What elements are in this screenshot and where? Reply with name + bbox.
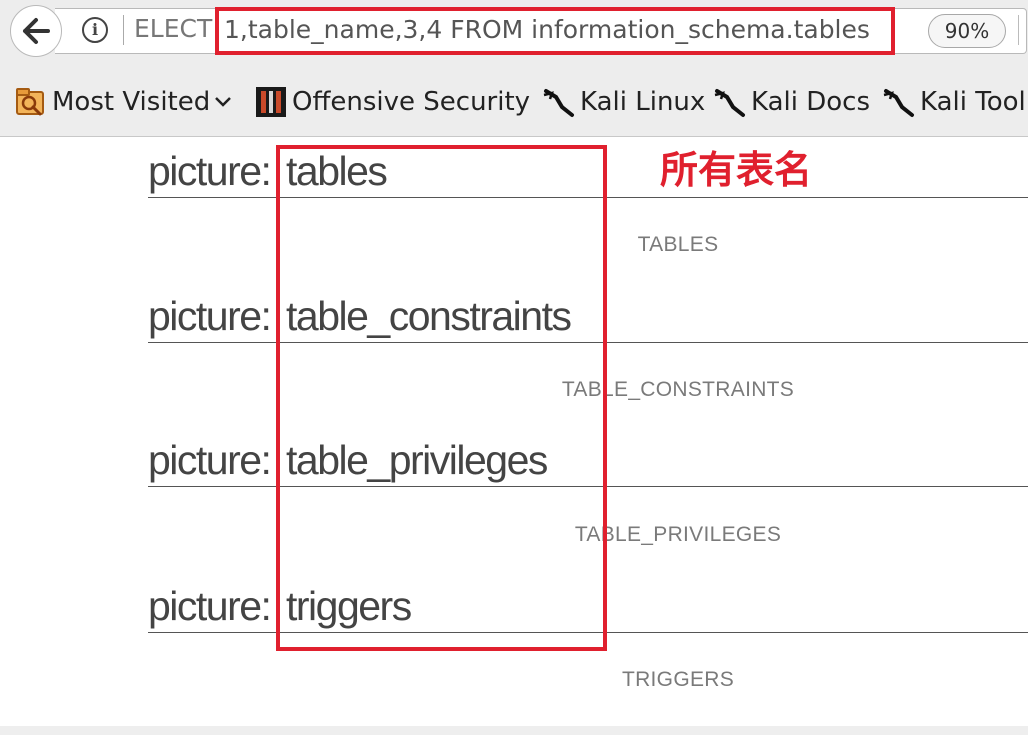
bottom-scroll-strip: [0, 726, 1028, 735]
picture-label: picture:: [148, 293, 272, 339]
bookmark-label: Offensive Security: [292, 87, 531, 117]
bookmark-offensive-security[interactable]: Offensive Security: [254, 78, 530, 126]
kali-dragon-icon: [542, 85, 576, 119]
bookmarks-toolbar: Most Visited Offensive Security Kali Lin…: [0, 78, 1028, 126]
bookmark-label: Kali Tool: [920, 87, 1026, 117]
offensive-security-icon: [254, 85, 288, 119]
bookmark-most-visited[interactable]: Most Visited: [14, 78, 232, 126]
url-right-separator: [1018, 15, 1019, 45]
annotation-label: 所有表名: [660, 148, 813, 192]
back-button[interactable]: [10, 5, 62, 57]
url-highlight-box[interactable]: 1,table_name,3,4 FROM information_schema…: [215, 7, 895, 55]
bookmark-label: Most Visited: [52, 87, 211, 117]
url-text-prefix[interactable]: ELECT: [134, 12, 212, 46]
kali-dragon-icon: [882, 85, 916, 119]
bookmark-kali-tools[interactable]: Kali Tool: [882, 78, 1026, 126]
table-names-highlight-box: [276, 145, 607, 651]
most-visited-icon: [14, 85, 48, 119]
url-separator: [123, 15, 124, 45]
table-name-upper: TRIGGERS: [621, 668, 735, 691]
kali-dragon-icon: [713, 85, 747, 119]
zoom-level-badge[interactable]: 90%: [928, 14, 1006, 48]
chevron-down-icon: [215, 97, 232, 107]
bookmark-label: Kali Docs: [751, 87, 871, 117]
browser-toolbar: i ELECT 1,table_name,3,4 FROM informatio…: [0, 0, 1028, 137]
picture-label: picture:: [148, 437, 272, 483]
picture-label: picture:: [148, 583, 272, 629]
bookmark-kali-docs[interactable]: Kali Docs: [713, 78, 870, 126]
bookmark-kali-linux[interactable]: Kali Linux: [542, 78, 705, 126]
url-text-highlighted[interactable]: 1,table_name,3,4 FROM information_schema…: [224, 13, 870, 47]
picture-label: picture:: [148, 148, 272, 194]
arrow-left-icon: [23, 18, 50, 44]
info-icon[interactable]: i: [82, 17, 108, 43]
bookmark-label: Kali Linux: [580, 87, 706, 117]
